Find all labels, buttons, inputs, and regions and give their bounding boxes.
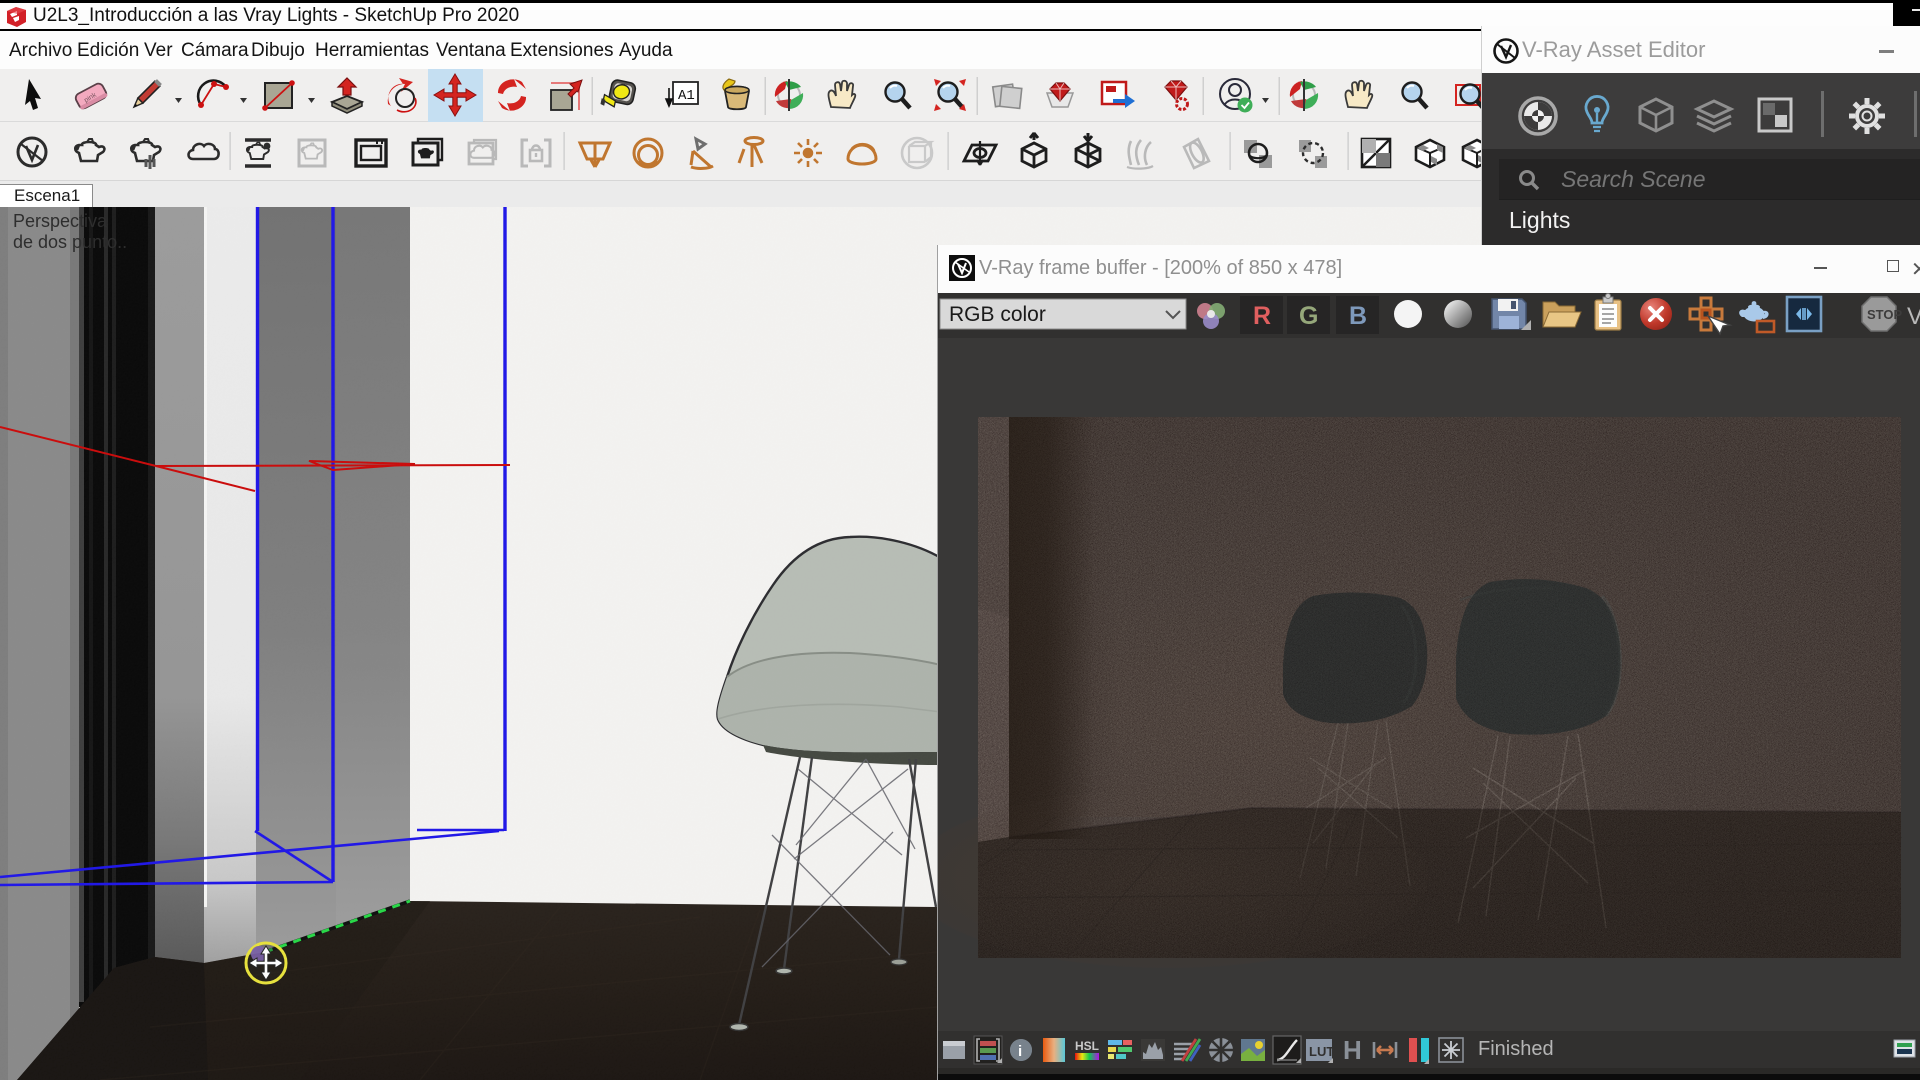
svg-text:H: H [1343,1035,1362,1065]
svg-text:B: B [1349,302,1367,330]
svg-text:i: i [1018,1043,1022,1060]
svg-text:HSL: HSL [1075,1039,1099,1053]
svg-text:de dos punto..: de dos punto.. [13,232,127,252]
svg-text:V: V [1907,303,1920,330]
svg-text:RGB color: RGB color [949,303,1046,326]
svg-text:LUT: LUT [1309,1044,1334,1059]
svg-text:Perspectiva: Perspectiva [13,211,108,231]
svg-text:R: R [1253,302,1271,330]
svg-text:A1: A1 [678,88,695,104]
svg-text:G: G [1299,302,1318,330]
svg-text:STOP: STOP [1867,307,1902,322]
